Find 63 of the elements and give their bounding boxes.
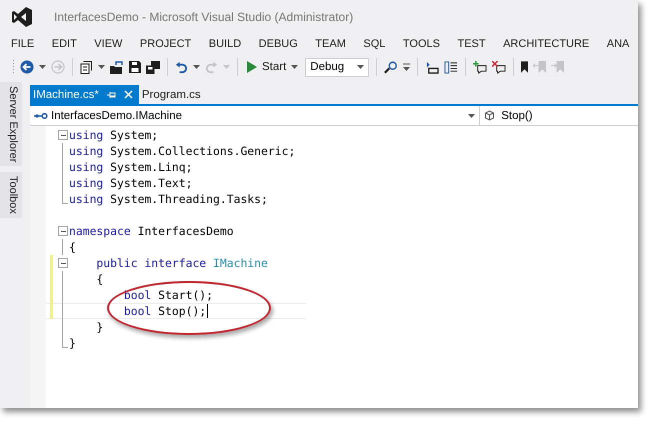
menu-item[interactable]: ARCHITECTURE xyxy=(503,38,590,50)
code-line: using System.Collections.Generic; xyxy=(69,144,296,158)
code-line: using System; xyxy=(69,128,158,142)
side-panel-tab[interactable]: Toolbox xyxy=(0,172,22,218)
menu-item[interactable]: EDIT xyxy=(52,38,77,50)
search-icon[interactable] xyxy=(384,60,398,74)
menu-item[interactable]: DEBUG xyxy=(258,38,298,50)
overflow-icon[interactable] xyxy=(403,63,410,71)
code-line: { xyxy=(69,240,76,254)
code-line: using System.Linq; xyxy=(69,160,192,174)
new-project-icon[interactable] xyxy=(80,60,93,74)
code-line: using System.Threading.Tasks; xyxy=(69,192,268,206)
undo-icon[interactable] xyxy=(175,60,188,74)
start-button[interactable]: Start xyxy=(245,61,300,73)
code-line: } xyxy=(69,336,76,350)
menu-item[interactable]: ANA xyxy=(606,38,630,50)
caret-icon[interactable] xyxy=(193,65,200,69)
caret-icon[interactable] xyxy=(98,65,105,69)
close-icon[interactable] xyxy=(124,90,133,99)
side-panel-tab[interactable]: Server Explorer xyxy=(0,82,22,166)
save-icon[interactable] xyxy=(129,61,141,73)
menu-item[interactable]: PROJECT xyxy=(140,38,192,50)
list-icon[interactable] xyxy=(444,60,458,74)
menu-item[interactable]: TOOLS xyxy=(402,38,440,50)
caret-icon xyxy=(357,65,364,69)
collapse-icon[interactable] xyxy=(58,130,68,140)
menu-item[interactable]: TEST xyxy=(457,38,486,50)
code-line: public interface IMachine xyxy=(95,256,268,270)
collapse-icon[interactable] xyxy=(58,226,68,236)
type-dropdown[interactable]: InterfacesDemo.IMachine xyxy=(30,106,480,125)
folder-icon[interactable] xyxy=(110,60,124,74)
document-tab[interactable]: Program.cs xyxy=(138,85,207,104)
app-logo-icon xyxy=(12,7,32,27)
menu-item[interactable]: TEAM xyxy=(315,38,346,50)
back-icon[interactable] xyxy=(20,60,34,74)
collapse-icon[interactable] xyxy=(58,258,68,268)
pin-icon[interactable] xyxy=(106,90,116,98)
document-tab[interactable]: IMachine.cs* xyxy=(30,85,139,104)
menu-item[interactable]: SQL xyxy=(363,38,386,50)
code-line: bool Start(); xyxy=(122,288,214,302)
caret-icon xyxy=(468,114,475,118)
save-all-icon[interactable] xyxy=(146,60,160,74)
bookmark-icon[interactable] xyxy=(521,61,528,73)
type-name: InterfacesDemo.IMachine xyxy=(51,110,182,122)
caret-icon xyxy=(291,65,298,69)
code-line: bool Stop(); xyxy=(122,304,206,318)
comment-add-icon[interactable] xyxy=(473,60,488,74)
window-title: InterfacesDemo - Microsoft Visual Studio (Administrator) xyxy=(54,10,354,24)
play-icon xyxy=(247,61,257,73)
cube-icon xyxy=(484,110,495,121)
code-line: namespace InterfacesDemo xyxy=(69,224,234,238)
menu-item[interactable]: FILE xyxy=(11,38,34,50)
code-line: { xyxy=(95,272,104,286)
code-line: } xyxy=(95,320,104,334)
comment-remove-icon[interactable] xyxy=(492,60,506,74)
caret-icon[interactable] xyxy=(39,65,46,69)
menu-item[interactable]: BUILD xyxy=(208,38,242,50)
indent-icon[interactable] xyxy=(425,60,440,74)
code-line: using System.Text; xyxy=(69,176,192,190)
interface-icon xyxy=(34,112,48,118)
member-dropdown[interactable]: Stop() xyxy=(480,106,638,125)
menu-item[interactable]: VIEW xyxy=(94,38,122,50)
configuration-dropdown[interactable]: Debug xyxy=(305,58,370,76)
